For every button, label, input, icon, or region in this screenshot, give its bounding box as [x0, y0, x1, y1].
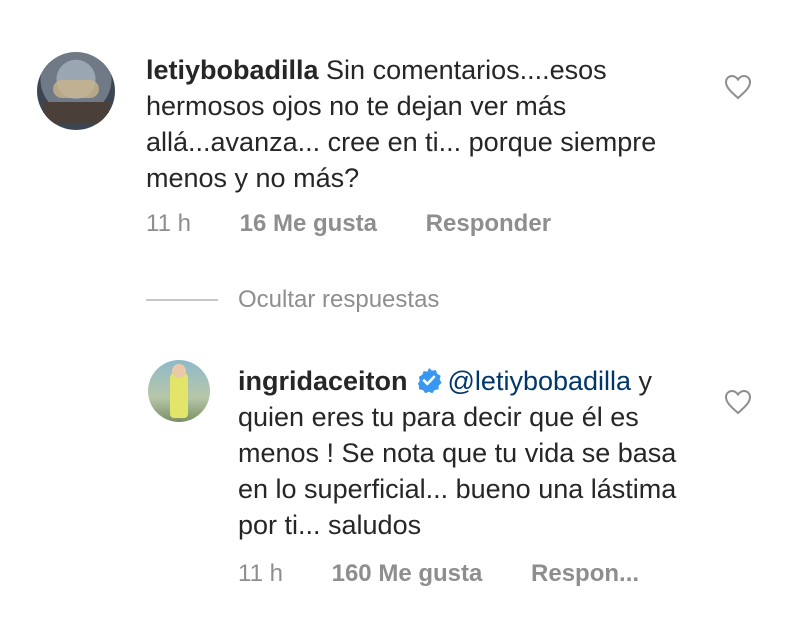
reply-mention-link[interactable]: @letiybobadilla: [448, 366, 632, 396]
avatar-photo-head: [172, 364, 186, 378]
avatar-letiybobadilla[interactable]: [37, 52, 115, 130]
reply-time: 11 h: [238, 560, 283, 587]
comment-time: 11 h: [146, 210, 191, 237]
reply-reply-button[interactable]: Respon...: [531, 560, 639, 587]
reply-text: ingridaceiton @letiybobadilla y quien er…: [238, 363, 708, 543]
like-heart-icon[interactable]: [724, 74, 752, 100]
avatar-photo-sign: [53, 80, 99, 98]
avatar-photo-detail: [43, 102, 109, 124]
avatar-ingridaceiton[interactable]: [148, 360, 210, 422]
hide-replies-line: [146, 299, 218, 301]
verified-badge-icon: [417, 368, 442, 393]
reply-username[interactable]: ingridaceiton: [238, 366, 408, 396]
comment-username[interactable]: letiybobadilla: [146, 55, 319, 85]
comment-meta: 11 h 16 Me gusta Responder: [146, 210, 551, 238]
reply-likes-link[interactable]: 160 Me gusta: [332, 560, 483, 587]
reply-button[interactable]: Responder: [426, 210, 551, 237]
like-heart-icon[interactable]: [724, 389, 752, 415]
hide-replies-button[interactable]: Ocultar respuestas: [238, 286, 439, 314]
comment-text: letiybobadilla Sin comentarios....esos h…: [146, 52, 706, 196]
reply-meta: 11 h 160 Me gusta Respon...: [238, 560, 639, 588]
comment-likes-link[interactable]: 16 Me gusta: [240, 210, 377, 237]
